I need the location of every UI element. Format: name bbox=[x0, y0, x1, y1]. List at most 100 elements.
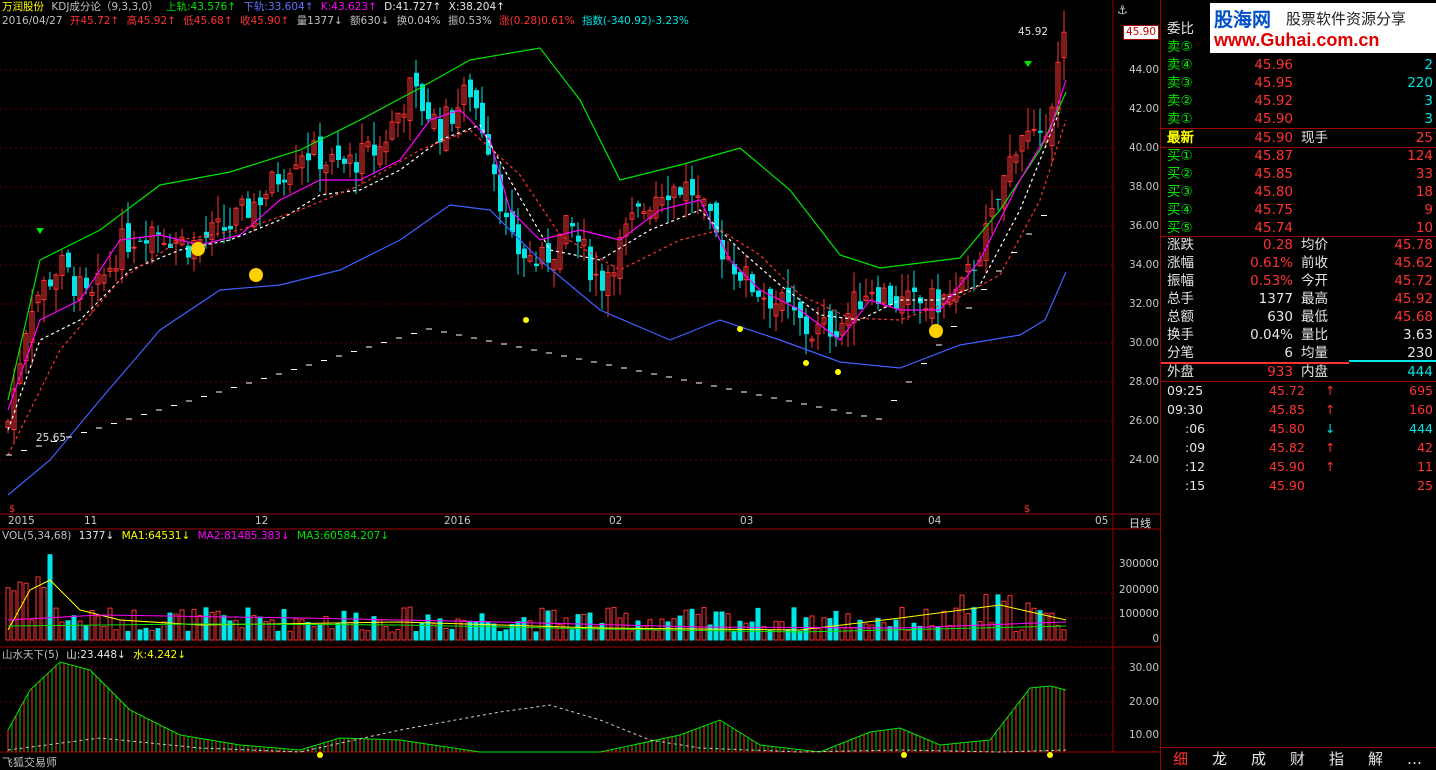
volume-bar bbox=[215, 610, 221, 641]
volume-bar bbox=[797, 630, 803, 641]
volume-bar bbox=[335, 623, 341, 641]
volume-bar bbox=[1013, 631, 1019, 641]
bid-row[interactable]: 买④ 45.75 9 bbox=[1161, 201, 1436, 219]
volume-bar bbox=[167, 612, 173, 641]
volume-bar bbox=[779, 621, 785, 641]
panel-tab[interactable]: 指 bbox=[1317, 748, 1356, 770]
row-price: 45.85 bbox=[1254, 166, 1293, 182]
stat-label: 总额 bbox=[1167, 309, 1194, 325]
volume-bar bbox=[41, 586, 47, 641]
volume-bar bbox=[839, 627, 845, 641]
candle-body bbox=[282, 179, 287, 183]
volume-bar bbox=[233, 619, 239, 641]
stat-label2: 最低 bbox=[1301, 309, 1328, 325]
tick-row[interactable]: :09 45.82 ↑ 42 bbox=[1161, 439, 1436, 457]
bid-row[interactable]: 买⑤ 45.74 10 bbox=[1161, 219, 1436, 237]
volume-bar bbox=[221, 615, 227, 641]
panel-tab[interactable]: 龙 bbox=[1200, 748, 1239, 770]
tick-row[interactable]: 09:30 45.85 ↑ 160 bbox=[1161, 401, 1436, 419]
bid-row[interactable]: 买③ 45.80 18 bbox=[1161, 183, 1436, 201]
stat-value2: 45.68 bbox=[1394, 309, 1433, 325]
date-tick: 2015 bbox=[8, 515, 35, 527]
volume-bar bbox=[71, 615, 77, 641]
period-label[interactable]: 日线 bbox=[1129, 515, 1151, 531]
volume-bar bbox=[119, 619, 125, 641]
ask-row[interactable]: 卖① 45.90 3 bbox=[1161, 110, 1436, 128]
row-volume: 18 bbox=[1415, 184, 1433, 200]
volume-bar bbox=[185, 630, 191, 641]
candle-body bbox=[414, 72, 419, 87]
candle-body bbox=[1031, 128, 1037, 131]
candle-body bbox=[756, 290, 761, 297]
last-price: 45.90 bbox=[1254, 130, 1293, 146]
last-row[interactable]: 最新 45.90 现手 25 bbox=[1161, 129, 1436, 147]
volume-bar bbox=[983, 594, 989, 641]
volume-bar bbox=[443, 627, 449, 641]
anchor-icon[interactable]: ⚓ bbox=[1117, 3, 1128, 17]
webi-label: 委比 bbox=[1167, 21, 1194, 37]
tick-time: :15 bbox=[1185, 478, 1206, 493]
stat-label: 涨跌 bbox=[1167, 237, 1194, 253]
candle-body bbox=[576, 235, 581, 242]
volume-bar bbox=[995, 594, 1001, 641]
volume-ratio-bar bbox=[1349, 360, 1436, 362]
shan-value: 山:23.448↓ bbox=[66, 649, 126, 661]
tick-volume: 11 bbox=[1417, 459, 1433, 474]
tick-row[interactable]: :15 45.90 25 bbox=[1161, 477, 1436, 495]
tick-price: 45.90 bbox=[1269, 478, 1305, 493]
volume-bar bbox=[899, 607, 905, 641]
panel-tab[interactable]: 细 bbox=[1161, 748, 1200, 770]
inner-label: 内盘 bbox=[1301, 364, 1328, 380]
volume-bar bbox=[389, 631, 395, 641]
volume-bar bbox=[179, 609, 185, 641]
tick-row[interactable]: :12 45.90 ↑ 11 bbox=[1161, 458, 1436, 476]
volume-bar bbox=[785, 629, 791, 641]
bid-row[interactable]: 买② 45.85 33 bbox=[1161, 165, 1436, 183]
tick-row[interactable]: 09:25 45.72 ↑ 695 bbox=[1161, 382, 1436, 400]
stat-row: 涨跌 0.28 均价 45.78 bbox=[1161, 236, 1436, 254]
panel-tab[interactable]: 成 bbox=[1239, 748, 1278, 770]
volume-bar bbox=[497, 631, 503, 641]
candle-body bbox=[804, 316, 809, 335]
stat-value: 630 bbox=[1267, 309, 1293, 325]
volume-bar bbox=[545, 610, 551, 641]
row-label: 卖⑤ bbox=[1167, 39, 1193, 55]
tick-volume: 695 bbox=[1409, 383, 1433, 398]
ask-row[interactable]: 卖③ 45.95 220 bbox=[1161, 74, 1436, 92]
outer-label: 外盘 bbox=[1167, 364, 1194, 380]
volume-bar bbox=[701, 607, 707, 641]
shanshui-title[interactable]: 山水天下(5) bbox=[2, 649, 59, 661]
stat-value: 6 bbox=[1284, 345, 1293, 361]
vol-title[interactable]: VOL(5,34,68) bbox=[2, 530, 71, 542]
volume-bar bbox=[323, 616, 329, 641]
tick-volume: 444 bbox=[1409, 421, 1433, 436]
candle-body bbox=[72, 276, 77, 296]
row-volume: 2 bbox=[1424, 57, 1433, 73]
volume-bar bbox=[875, 617, 881, 641]
tick-time: :12 bbox=[1185, 459, 1206, 474]
volume-bar bbox=[371, 616, 377, 641]
date-tick: 11 bbox=[84, 515, 98, 527]
volume-bar bbox=[623, 612, 629, 641]
panel-tab[interactable]: 财 bbox=[1278, 748, 1317, 770]
price-tick: 40.00 bbox=[1128, 142, 1159, 154]
date-tick: 05 bbox=[1095, 515, 1109, 527]
row-volume: 220 bbox=[1407, 75, 1433, 91]
date-tick: 03 bbox=[740, 515, 754, 527]
volume-bar bbox=[65, 620, 71, 641]
volume-bar bbox=[731, 631, 737, 641]
price-tick: 26.00 bbox=[1128, 415, 1159, 427]
stat-value: 1377 bbox=[1258, 291, 1293, 307]
ask-row[interactable]: 卖② 45.92 3 bbox=[1161, 92, 1436, 110]
smiley-icon bbox=[191, 242, 205, 256]
tick-row[interactable]: :06 45.80 ↓ 444 bbox=[1161, 420, 1436, 438]
candle-body bbox=[738, 271, 743, 281]
volume-bar bbox=[11, 590, 17, 641]
volume-bar bbox=[359, 629, 365, 641]
ask-row[interactable]: 卖④ 45.96 2 bbox=[1161, 56, 1436, 74]
panel-tab[interactable]: 解 bbox=[1356, 748, 1395, 770]
panel-tab[interactable]: … bbox=[1395, 748, 1434, 770]
volume-bar bbox=[437, 618, 443, 641]
bid-row[interactable]: 买① 45.87 124 bbox=[1161, 147, 1436, 165]
candle-body bbox=[912, 287, 917, 293]
